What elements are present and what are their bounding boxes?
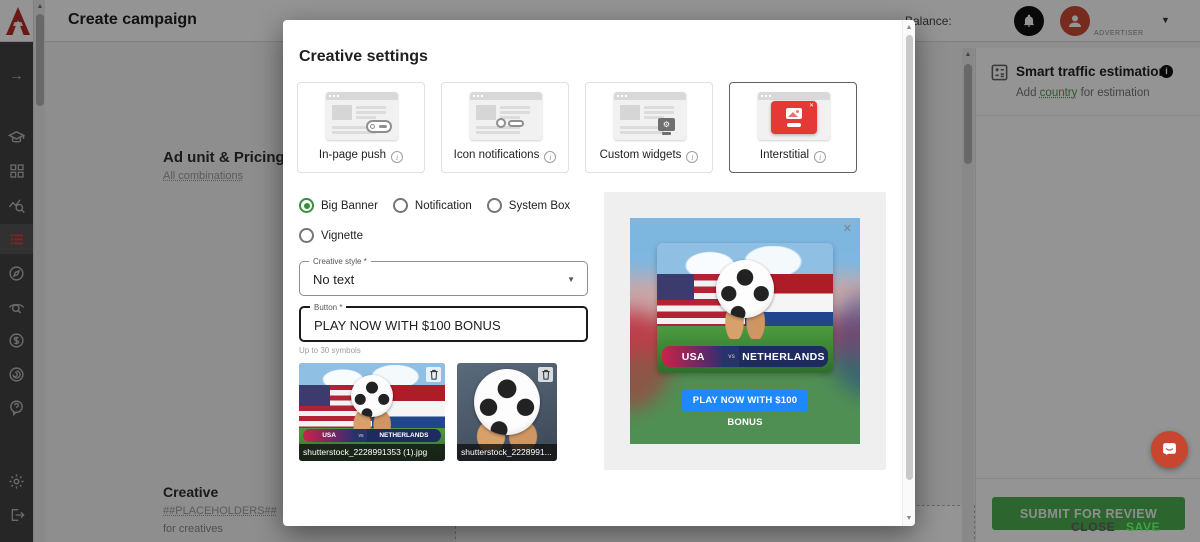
radio-system-box[interactable]: System Box (486, 198, 570, 213)
chat-widget-button[interactable] (1151, 431, 1188, 468)
info-icon[interactable]: i (544, 151, 557, 163)
preview-cta-button[interactable]: PLAY NOW WITH $100 BONUS (682, 390, 808, 428)
radio-icon (392, 198, 408, 213)
inpage-push-illustration (326, 92, 398, 140)
app-root: Create campaign Balance: ADVERTISER ▼ → (0, 0, 1200, 542)
info-icon[interactable]: i (391, 151, 404, 163)
radio-icon (486, 198, 502, 213)
format-label: Icon notifications (453, 149, 540, 161)
field-value: PLAY NOW WITH $100 BONUS (314, 318, 501, 333)
interstitial-preview: ✕ USA vs NETHERLANDS PLAY NOW WITH $100 … (630, 218, 860, 444)
radio-notification[interactable]: Notification (392, 198, 472, 213)
radio-icon (299, 198, 314, 213)
field-label: Creative style * (309, 257, 371, 266)
format-card-icon-notifications[interactable]: Icon notifications i (441, 82, 569, 173)
radio-icon (299, 228, 314, 243)
interstitial-illustration: ✕ (758, 92, 830, 140)
radio-vignette[interactable]: Vignette (299, 228, 363, 243)
scroll-thumb[interactable] (906, 35, 913, 480)
thumbnail-filename: shutterstock_2228991... (457, 444, 557, 461)
preview-close-icon[interactable]: ✕ (843, 222, 852, 235)
modal-title: Creative settings (299, 48, 428, 65)
preview-image: USA vs NETHERLANDS (657, 243, 833, 373)
button-text-input[interactable]: Button * PLAY NOW WITH $100 BONUS (299, 303, 588, 342)
chat-bubble-icon (1163, 443, 1176, 456)
save-button[interactable]: SAVE (1126, 520, 1160, 534)
creative-style-select[interactable]: Creative style * No text ▼ (299, 257, 588, 296)
format-label: Interstitial (759, 149, 810, 161)
chevron-down-icon[interactable]: ▼ (567, 275, 575, 284)
delete-thumbnail-button[interactable] (538, 367, 553, 382)
creative-settings-modal: Creative settings In-page push i Icon not… (283, 20, 1160, 534)
format-card-interstitial[interactable]: ✕ Interstitial i (729, 82, 857, 173)
creative-thumbnail-2[interactable]: shutterstock_2228991... (457, 363, 557, 461)
field-value: No text (313, 272, 355, 287)
field-helper-text: Up to 30 symbols (299, 346, 361, 355)
format-card-custom-widgets[interactable]: ⚙ Custom widgets i (585, 82, 713, 173)
format-label: Custom widgets (599, 149, 682, 161)
field-label: Button * (310, 303, 347, 312)
ad-preview-panel: ✕ USA vs NETHERLANDS PLAY NOW WITH $100 … (604, 192, 886, 470)
info-icon[interactable]: i (814, 151, 827, 163)
info-icon[interactable]: i (686, 151, 699, 163)
creative-thumbnail-1[interactable]: USA vs NETHERLANDS shutterstock_22289913… (299, 363, 445, 461)
trash-icon (429, 369, 438, 380)
format-label: In-page push (318, 149, 387, 161)
scroll-up-icon[interactable]: ▲ (903, 24, 915, 31)
thumbnail-filename: shutterstock_2228991353 (1).jpg (299, 444, 445, 461)
radio-big-banner[interactable]: Big Banner (299, 198, 378, 213)
scroll-down-icon[interactable]: ▼ (903, 515, 915, 522)
close-button[interactable]: CLOSE (1071, 520, 1115, 534)
trash-icon (541, 369, 550, 380)
custom-widgets-illustration: ⚙ (614, 92, 686, 140)
modal-scrollbar[interactable]: ▲ ▼ (902, 20, 915, 526)
delete-thumbnail-button[interactable] (426, 367, 441, 382)
format-card-inpage-push[interactable]: In-page push i (297, 82, 425, 173)
icon-notifications-illustration (470, 92, 542, 140)
